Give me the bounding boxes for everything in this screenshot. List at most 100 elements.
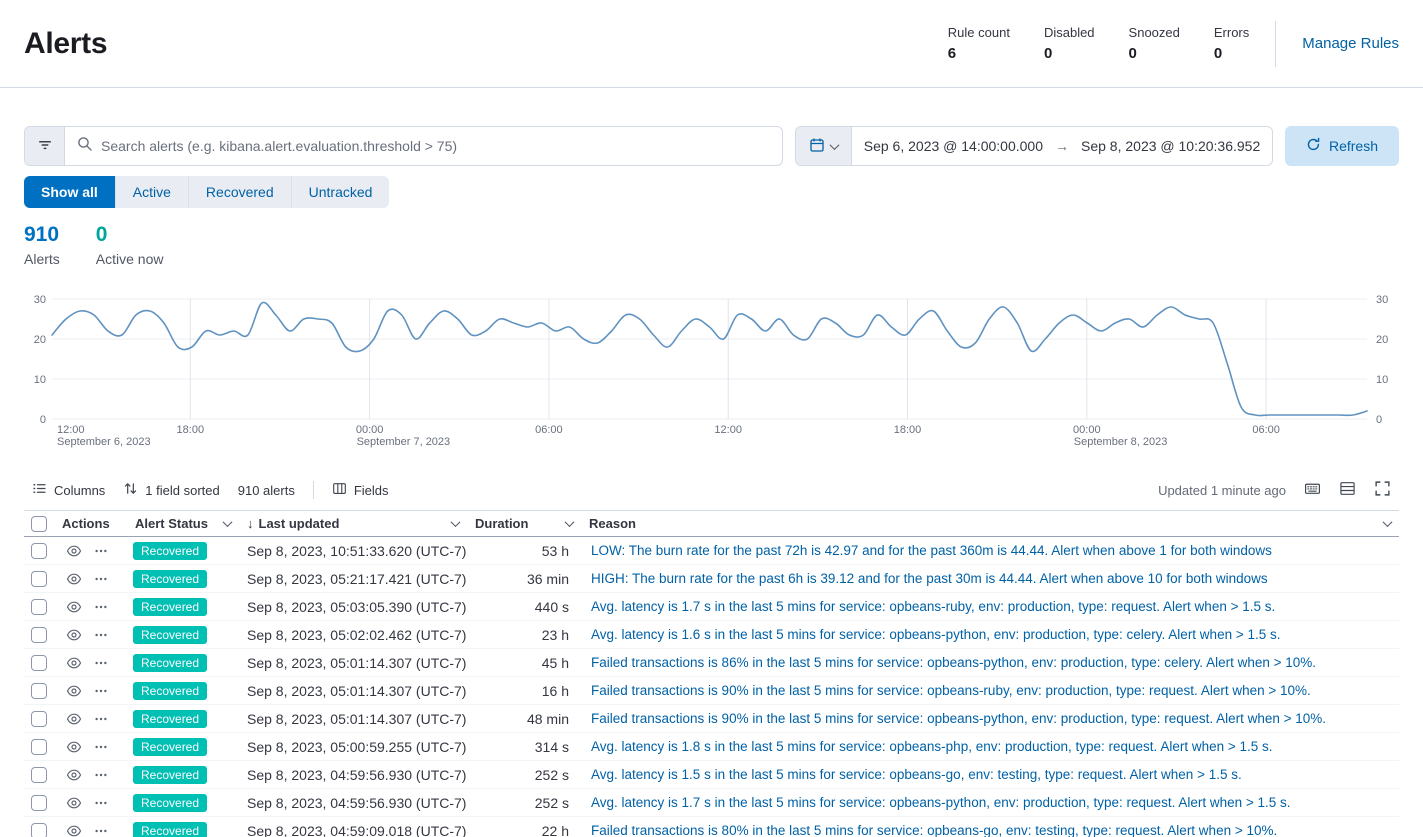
status-badge: Recovered (133, 710, 207, 728)
svg-text:30: 30 (34, 294, 46, 306)
duration-cell: 45 h (467, 655, 581, 671)
row-checkbox[interactable] (31, 711, 47, 727)
reason-link[interactable]: Avg. latency is 1.6 s in the last 5 mins… (591, 627, 1381, 642)
display-density-button[interactable] (1339, 480, 1356, 500)
column-header-alert-status[interactable]: Alert Status (127, 516, 239, 531)
view-alert-button[interactable] (66, 739, 82, 755)
sort-fields-button[interactable]: 1 field sorted (123, 481, 219, 499)
filter-untracked[interactable]: Untracked (292, 176, 390, 208)
view-alert-button[interactable] (66, 655, 82, 671)
ellipsis-icon (94, 796, 108, 810)
ellipsis-icon (94, 684, 108, 698)
filter-show-all[interactable]: Show all (24, 176, 116, 208)
start-date[interactable]: Sep 6, 2023 @ 14:00:00.000 (864, 138, 1043, 154)
reason-link[interactable]: Avg. latency is 1.7 s in the last 5 mins… (591, 795, 1381, 810)
row-checkbox[interactable] (31, 739, 47, 755)
view-alert-button[interactable] (66, 571, 82, 587)
select-all-checkbox[interactable] (31, 516, 47, 532)
filter-active[interactable]: Active (116, 176, 189, 208)
date-quick-select-button[interactable] (796, 127, 852, 165)
more-actions-button[interactable] (94, 796, 108, 810)
status-filter-row: Show all Active Recovered Untracked (0, 166, 1423, 208)
ellipsis-icon (94, 572, 108, 586)
keyboard-shortcuts-button[interactable] (1304, 480, 1321, 500)
row-checkbox[interactable] (31, 655, 47, 671)
row-checkbox[interactable] (31, 823, 47, 837)
chevron-down-icon[interactable] (451, 517, 461, 527)
fields-button[interactable]: Fields (332, 481, 389, 499)
end-date[interactable]: Sep 8, 2023 @ 10:20:36.952 (1081, 138, 1260, 154)
reason-cell: Failed transactions is 90% in the last 5… (581, 683, 1399, 698)
search-input[interactable] (101, 138, 770, 154)
view-alert-button[interactable] (66, 599, 82, 615)
reason-link[interactable]: Failed transactions is 90% in the last 5… (591, 711, 1381, 726)
more-actions-button[interactable] (94, 656, 108, 670)
more-actions-button[interactable] (94, 684, 108, 698)
reason-link[interactable]: Failed transactions is 80% in the last 5… (591, 823, 1381, 837)
row-checkbox[interactable] (31, 571, 47, 587)
more-actions-button[interactable] (94, 544, 108, 558)
stat-value: 6 (948, 45, 1010, 62)
view-alert-button[interactable] (66, 767, 82, 783)
more-actions-button[interactable] (94, 600, 108, 614)
svg-text:12:00: 12:00 (714, 424, 742, 436)
row-checkbox[interactable] (31, 683, 47, 699)
table-row: RecoveredSep 8, 2023, 05:02:02.462 (UTC-… (24, 621, 1399, 649)
stat-label: Disabled (1044, 25, 1095, 40)
duration-cell: 36 min (467, 571, 581, 587)
row-checkbox[interactable] (31, 767, 47, 783)
reason-link[interactable]: Failed transactions is 90% in the last 5… (591, 683, 1381, 698)
alerts-count-chart: 0010102020303012:00September 6, 202318:0… (24, 293, 1399, 453)
query-menu-button[interactable] (25, 127, 65, 165)
reason-link[interactable]: Avg. latency is 1.8 s in the last 5 mins… (591, 739, 1381, 754)
keyboard-icon (1304, 480, 1321, 500)
reason-link[interactable]: HIGH: The burn rate for the past 6h is 3… (591, 571, 1381, 586)
eye-icon (66, 655, 82, 671)
columns-button[interactable]: Columns (32, 481, 105, 499)
view-alert-button[interactable] (66, 795, 82, 811)
fullscreen-button[interactable] (1374, 480, 1391, 500)
manage-rules-link[interactable]: Manage Rules (1302, 35, 1399, 52)
row-checkbox-cell (24, 739, 54, 755)
column-header-duration[interactable]: Duration (467, 516, 581, 531)
status-cell: Recovered (127, 710, 239, 728)
more-actions-button[interactable] (94, 572, 108, 586)
more-actions-button[interactable] (94, 628, 108, 642)
more-actions-button[interactable] (94, 768, 108, 782)
more-actions-button[interactable] (94, 740, 108, 754)
ellipsis-icon (94, 768, 108, 782)
row-checkbox[interactable] (31, 599, 47, 615)
chevron-down-icon[interactable] (565, 517, 575, 527)
last-updated-cell: Sep 8, 2023, 05:01:14.307 (UTC-7) (239, 711, 467, 727)
view-alert-button[interactable] (66, 543, 82, 559)
view-alert-button[interactable] (66, 711, 82, 727)
more-actions-button[interactable] (94, 824, 108, 837)
row-checkbox-cell (24, 767, 54, 783)
reason-link[interactable]: LOW: The burn rate for the past 72h is 4… (591, 543, 1381, 558)
row-checkbox[interactable] (31, 795, 47, 811)
view-alert-button[interactable] (66, 627, 82, 643)
filter-recovered[interactable]: Recovered (189, 176, 292, 208)
reason-header-label: Reason (589, 516, 636, 531)
refresh-button[interactable]: Refresh (1285, 126, 1399, 166)
chevron-down-icon[interactable] (223, 517, 233, 527)
more-actions-button[interactable] (94, 712, 108, 726)
status-filter-group: Show all Active Recovered Untracked (24, 176, 389, 208)
duration-cell: 252 s (467, 767, 581, 783)
updated-header-label: Last updated (259, 516, 340, 531)
chevron-down-icon[interactable] (1383, 517, 1393, 527)
chevron-down-icon (830, 140, 840, 150)
row-actions-cell (54, 795, 127, 811)
calendar-icon (809, 137, 825, 156)
view-alert-button[interactable] (66, 823, 82, 837)
row-checkbox[interactable] (31, 627, 47, 643)
column-header-last-updated[interactable]: ↓ Last updated (239, 516, 467, 531)
row-checkbox[interactable] (31, 543, 47, 559)
status-badge: Recovered (133, 542, 207, 560)
column-header-reason[interactable]: Reason (581, 516, 1399, 531)
reason-link[interactable]: Avg. latency is 1.7 s in the last 5 mins… (591, 599, 1381, 614)
reason-link[interactable]: Avg. latency is 1.5 s in the last 5 mins… (591, 767, 1381, 782)
reason-link[interactable]: Failed transactions is 86% in the last 5… (591, 655, 1381, 670)
view-alert-button[interactable] (66, 683, 82, 699)
row-checkbox-cell (24, 683, 54, 699)
